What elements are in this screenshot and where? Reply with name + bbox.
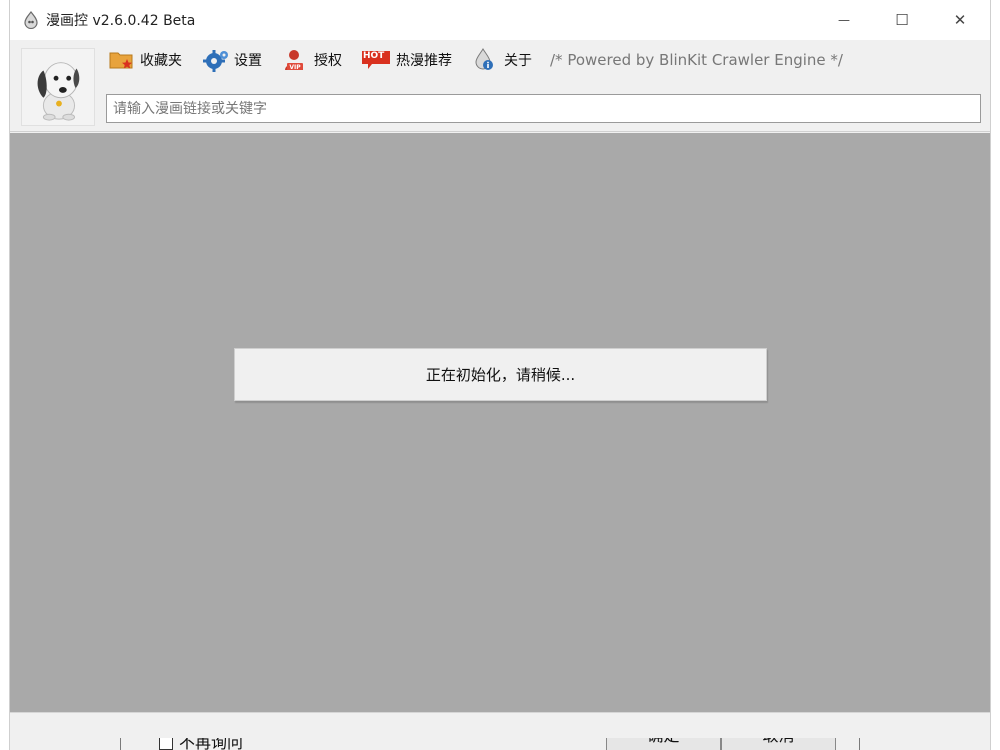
powered-by-text: /* Powered by BlinKit Crawler Engine */ [550, 51, 843, 69]
toolbar-about[interactable]: 关于 [472, 48, 532, 72]
toolbar-item-label: 授权 [314, 53, 342, 69]
maximize-button[interactable]: ☐ [873, 0, 931, 40]
info-drop-icon [475, 48, 493, 70]
app-window: 漫画控 v2.6.0.42 Beta — ☐ ✕ 收藏夹 设置 VIP 授权 H… [9, 0, 991, 750]
maximize-icon: ☐ [895, 11, 909, 29]
close-button[interactable]: ✕ [931, 0, 989, 40]
toolbar: 收藏夹 设置 VIP 授权 HOT 热漫推荐 关于 /* Powered by … [10, 40, 990, 132]
minimize-button[interactable]: — [815, 0, 873, 40]
toolbar-favorites[interactable]: 收藏夹 [108, 48, 182, 72]
dont-ask-checkbox[interactable] [159, 738, 173, 750]
vip-user-icon: VIP [285, 50, 303, 71]
toolbar-license[interactable]: VIP 授权 [282, 48, 342, 72]
ok-button[interactable]: 确定 [606, 738, 721, 750]
mascot-dog-logo [21, 48, 95, 126]
search-input[interactable] [106, 94, 981, 123]
cancel-button-label: 取消 [762, 738, 794, 750]
toolbar-hot-recommend[interactable]: HOT 热漫推荐 [360, 48, 452, 72]
dont-ask-label: 不再询问 [179, 738, 244, 750]
status-bar [10, 712, 990, 738]
title-bar[interactable]: 漫画控 v2.6.0.42 Beta — ☐ ✕ [10, 0, 990, 40]
minimize-icon: — [838, 13, 850, 27]
loading-panel: 正在初始化，请稍候... [234, 348, 767, 401]
toolbar-item-label: 设置 [234, 53, 262, 69]
hot-badge-text: HOT [363, 51, 385, 61]
loading-message: 正在初始化，请稍候... [425, 366, 576, 384]
background-dialog-fragment: 不再询问 确定 取消 [120, 738, 860, 750]
window-title: 漫画控 v2.6.0.42 Beta [46, 13, 196, 29]
toolbar-item-label: 热漫推荐 [396, 53, 452, 69]
app-logo-icon [24, 11, 38, 29]
toolbar-settings[interactable]: 设置 [202, 48, 262, 72]
close-icon: ✕ [953, 11, 967, 29]
favorites-folder-star-icon [109, 52, 133, 69]
cancel-button[interactable]: 取消 [721, 738, 836, 750]
main-content-area: 正在初始化，请稍候... [10, 133, 990, 712]
svg-text:VIP: VIP [289, 64, 301, 71]
toolbar-item-label: 收藏夹 [140, 53, 182, 69]
ok-button-label: 确定 [647, 738, 679, 750]
toolbar-item-label: 关于 [504, 53, 532, 69]
settings-gear-icon [203, 50, 228, 72]
